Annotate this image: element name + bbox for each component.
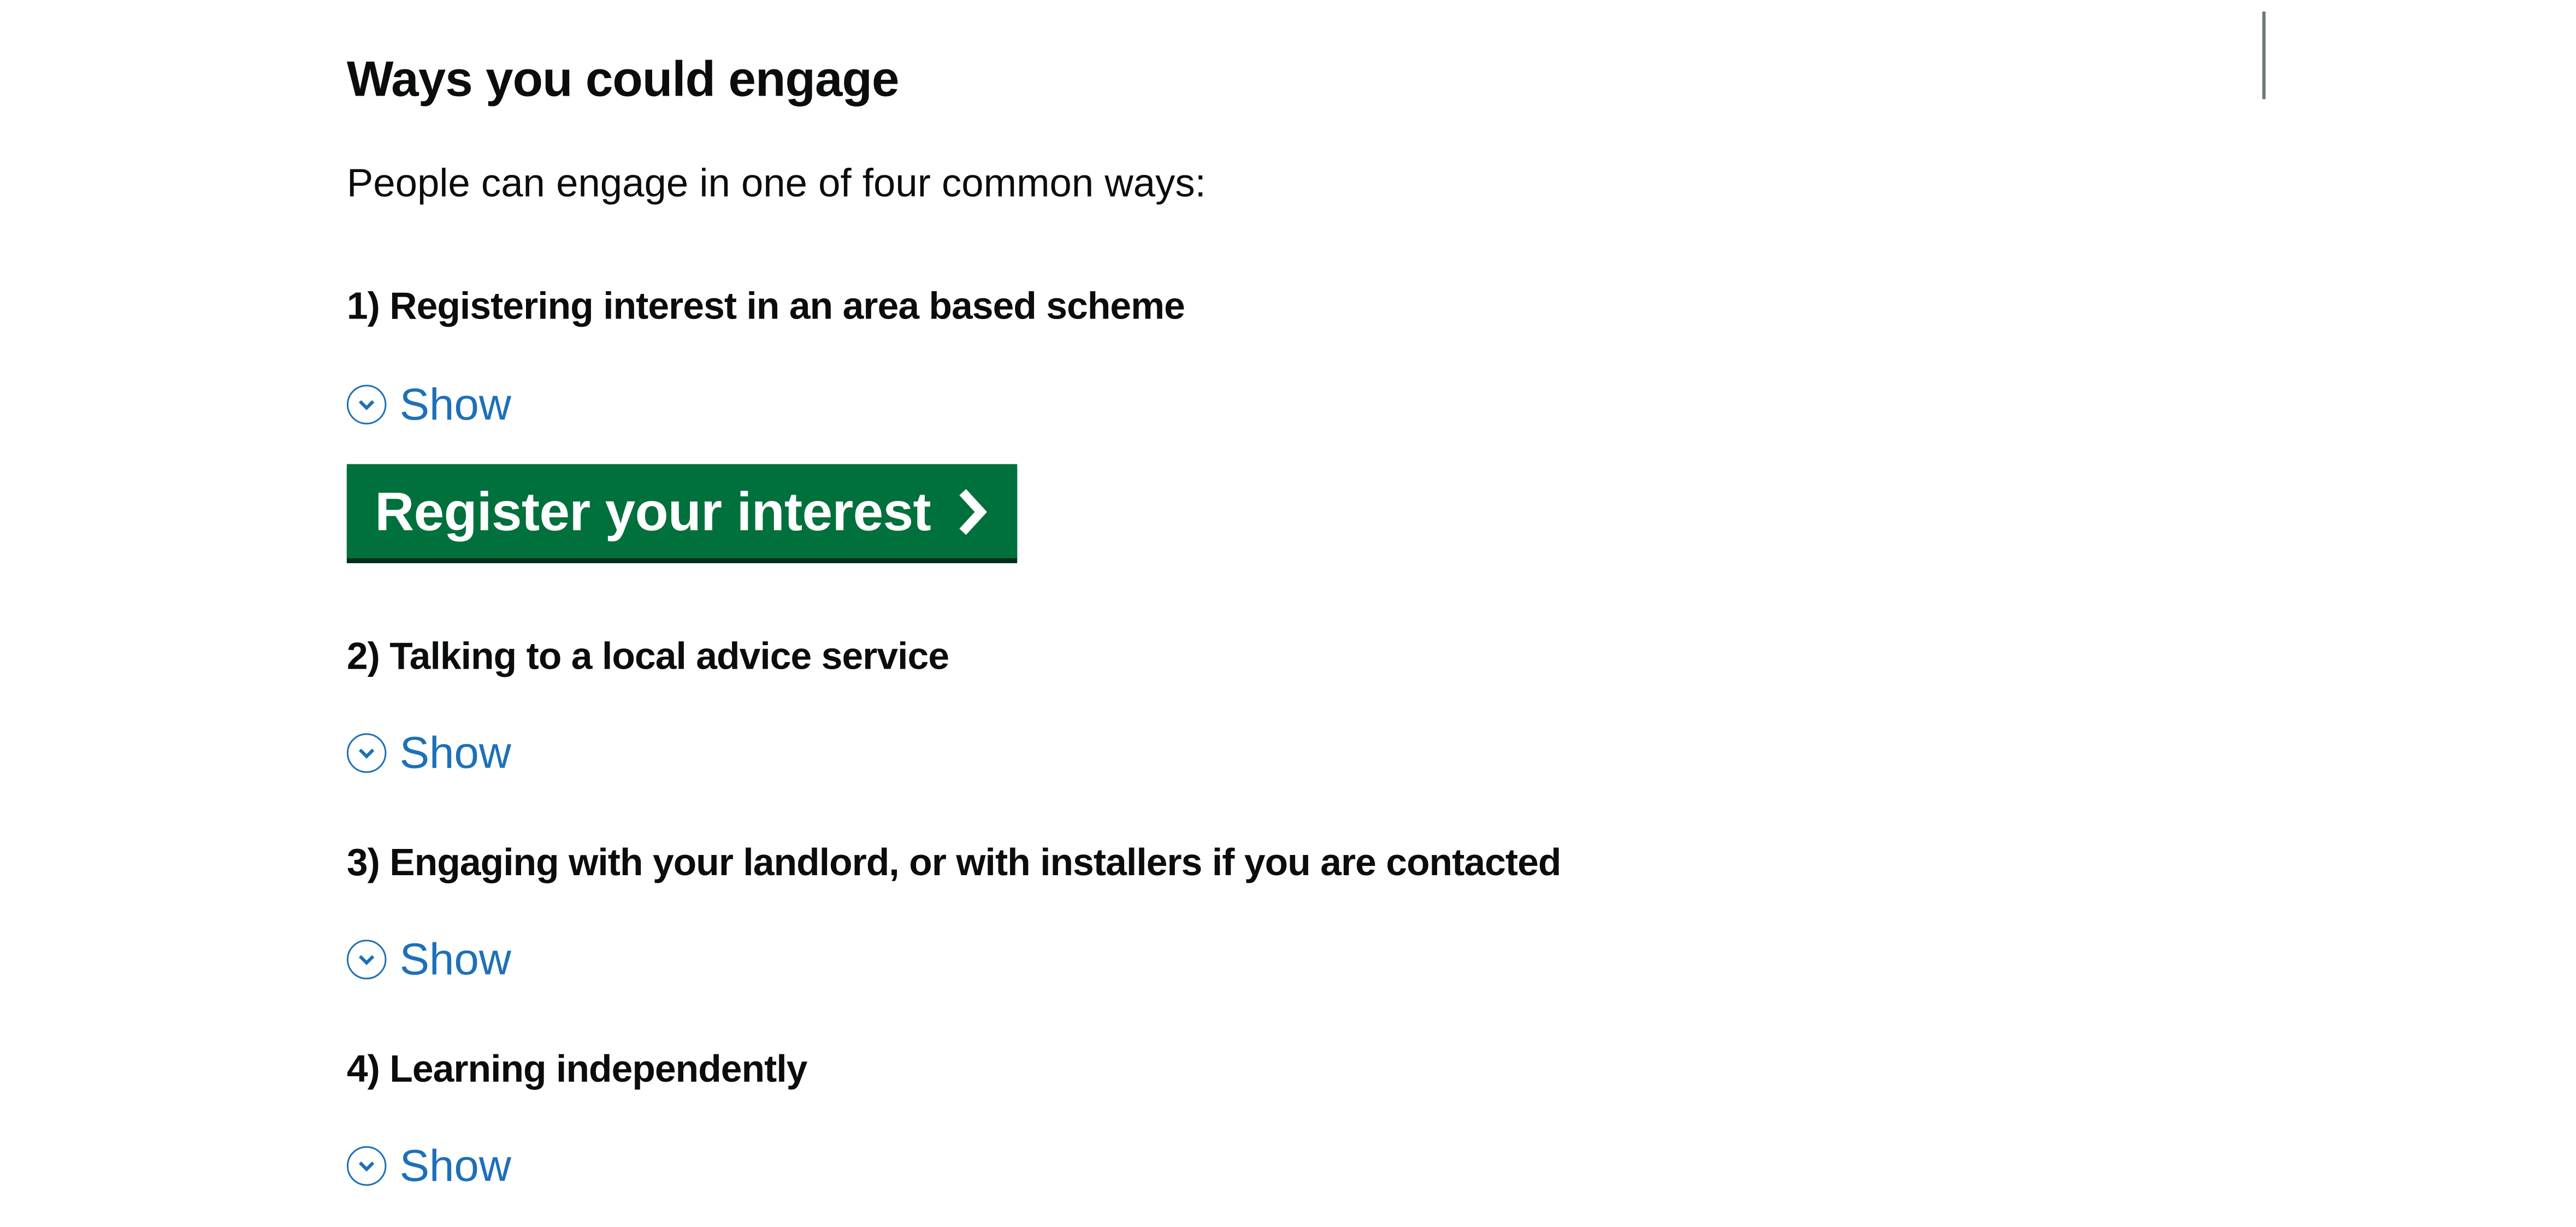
way-3-show-toggle[interactable]: Show: [346, 933, 511, 986]
show-label: Show: [399, 380, 511, 430]
section-heading: Ways you could engage: [346, 52, 900, 108]
way-2-heading: 2) Talking to a local advice service: [346, 634, 949, 677]
way-4-heading: 4) Learning independently: [346, 1047, 808, 1090]
show-label: Show: [399, 728, 511, 778]
chevron-right-icon: [954, 485, 990, 538]
chevron-down-icon: [346, 385, 387, 424]
chevron-down-icon: [346, 733, 387, 773]
chevron-down-icon: [346, 1146, 387, 1186]
way-4-show-toggle[interactable]: Show: [346, 1140, 511, 1193]
way-1-heading: 1) Registering interest in an area based…: [346, 284, 1185, 327]
vertical-divider: [2262, 11, 2266, 99]
page: Ways you could engage People can engage …: [0, 0, 2576, 1227]
chevron-down-icon: [346, 940, 387, 980]
way-2-show-toggle[interactable]: Show: [346, 727, 511, 780]
intro-text: People can engage in one of four common …: [346, 162, 1206, 207]
way-1-show-toggle[interactable]: Show: [346, 378, 511, 431]
show-label: Show: [399, 1141, 511, 1191]
register-interest-label: Register your interest: [375, 480, 931, 541]
register-interest-button[interactable]: Register your interest: [346, 464, 1018, 558]
way-3-heading: 3) Engaging with your landlord, or with …: [346, 840, 1562, 884]
show-label: Show: [399, 935, 511, 984]
